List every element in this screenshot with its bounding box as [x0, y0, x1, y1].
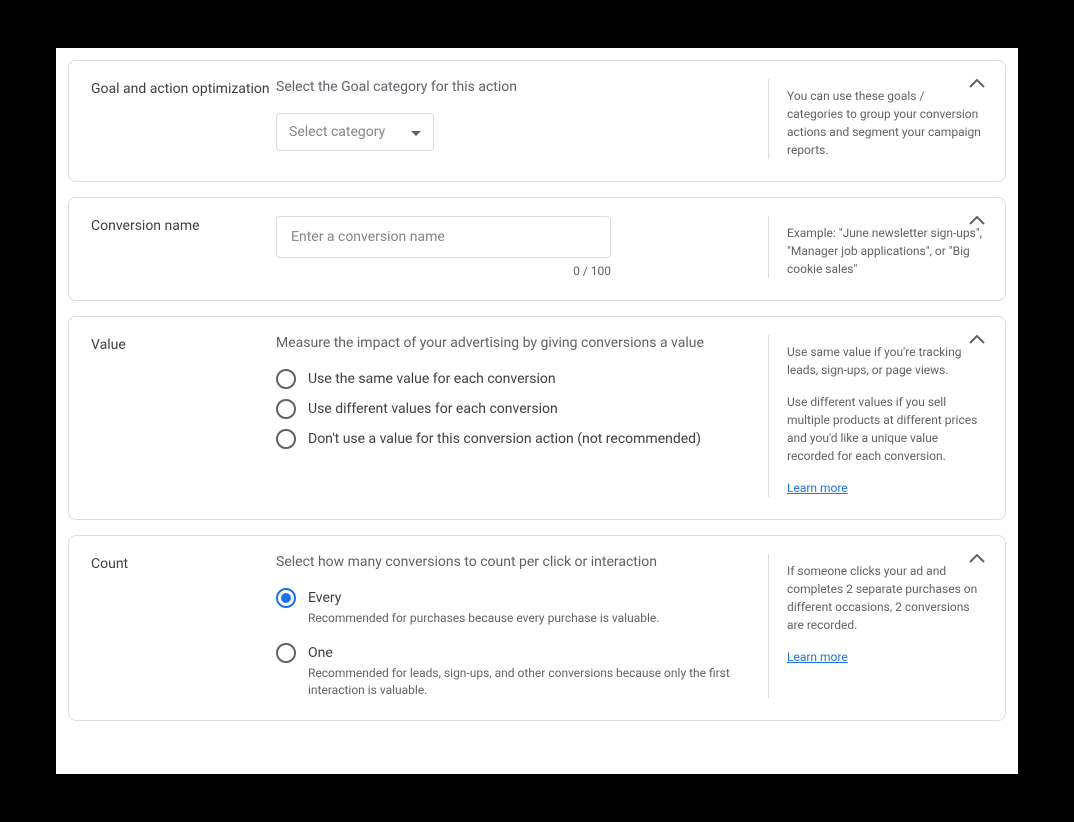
- conversion-name-title: Conversion name: [91, 216, 276, 278]
- collapse-icon[interactable]: [969, 335, 985, 345]
- learn-more-link[interactable]: Learn more: [787, 481, 848, 495]
- conversion-name-input[interactable]: [276, 216, 611, 258]
- collapse-icon[interactable]: [969, 554, 985, 564]
- radio-unchecked-icon: [276, 429, 296, 449]
- value-help-1: Use same value if you're tracking leads,…: [787, 343, 983, 379]
- form-container: Goal and action optimization Select the …: [56, 48, 1018, 774]
- value-help-2: Use different values if you sell multipl…: [787, 393, 983, 465]
- char-count: 0 / 100: [276, 264, 611, 278]
- count-radio-one[interactable]: One Recommended for leads, sign-ups, and…: [276, 643, 748, 699]
- value-title: Value: [91, 335, 276, 497]
- dropdown-icon: [411, 124, 421, 140]
- radio-unchecked-icon: [276, 369, 296, 389]
- count-help: If someone clicks your ad and completes …: [787, 562, 983, 634]
- value-radio-none[interactable]: Don't use a value for this conversion ac…: [276, 429, 748, 449]
- value-card: Value Measure the impact of your adverti…: [68, 316, 1006, 520]
- learn-more-link[interactable]: Learn more: [787, 650, 848, 664]
- radio-desc: Recommended for purchases because every …: [308, 610, 748, 627]
- radio-desc: Recommended for leads, sign-ups, and oth…: [308, 665, 748, 699]
- goal-optimization-card: Goal and action optimization Select the …: [68, 60, 1006, 182]
- count-card: Count Select how many conversions to cou…: [68, 535, 1006, 721]
- goal-subtitle: Select the Goal category for this action: [276, 79, 748, 95]
- count-radio-every[interactable]: Every Recommended for purchases because …: [276, 588, 748, 627]
- count-subtitle: Select how many conversions to count per…: [276, 554, 748, 570]
- value-radio-same[interactable]: Use the same value for each conversion: [276, 369, 748, 389]
- collapse-icon[interactable]: [969, 216, 985, 226]
- category-select[interactable]: Select category: [276, 113, 434, 151]
- radio-label: Use different values for each conversion: [308, 399, 748, 419]
- radio-unchecked-icon: [276, 643, 296, 663]
- radio-label: One: [308, 643, 748, 663]
- radio-label: Don't use a value for this conversion ac…: [308, 429, 748, 449]
- radio-label: Every: [308, 588, 748, 608]
- value-radio-diff[interactable]: Use different values for each conversion: [276, 399, 748, 419]
- goal-help-text: You can use these goals / categories to …: [768, 79, 983, 159]
- category-select-placeholder: Select category: [289, 124, 401, 140]
- conversion-name-help: Example: "June newsletter sign-ups", "Ma…: [768, 216, 983, 278]
- radio-label: Use the same value for each conversion: [308, 369, 748, 389]
- radio-unchecked-icon: [276, 399, 296, 419]
- radio-checked-icon: [276, 588, 296, 608]
- conversion-name-card: Conversion name 0 / 100 Example: "June n…: [68, 197, 1006, 301]
- collapse-icon[interactable]: [969, 79, 985, 89]
- value-subtitle: Measure the impact of your advertising b…: [276, 335, 748, 351]
- goal-title: Goal and action optimization: [91, 79, 276, 159]
- count-title: Count: [91, 554, 276, 698]
